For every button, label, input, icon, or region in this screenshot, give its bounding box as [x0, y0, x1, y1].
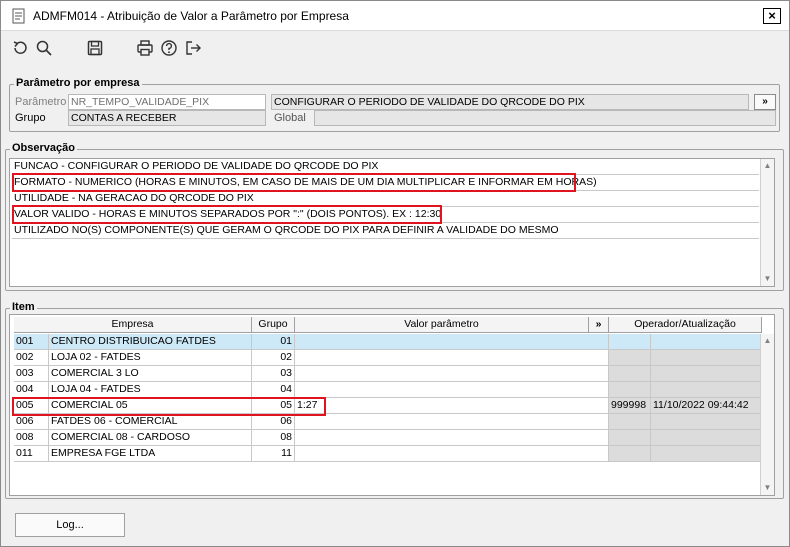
document-icon: [12, 8, 25, 23]
row-empresa[interactable]: COMERCIAL 05: [49, 398, 252, 414]
row-empresa[interactable]: COMERCIAL 3 LO: [49, 366, 252, 382]
title-bar: ADMFM014 - Atribuição de Valor a Parâmet…: [1, 1, 789, 31]
obs-textarea[interactable]: FUNCAO - CONFIGURAR O PERIODO DE VALIDAD…: [9, 158, 775, 287]
row-valor[interactable]: [295, 382, 609, 398]
param-code-field[interactable]: NR_TEMPO_VALIDADE_PIX: [68, 94, 266, 110]
group-label: Grupo: [15, 112, 46, 124]
row-grupo[interactable]: 11: [252, 446, 295, 462]
scroll-down-icon[interactable]: ▼: [762, 482, 773, 494]
header-more-button[interactable]: »: [589, 317, 609, 333]
scroll-up-icon[interactable]: ▲: [762, 160, 773, 172]
row-valor[interactable]: [295, 430, 609, 446]
obs-line: UTILIDADE - NA GERACAO DO QRCODE DO PIX: [12, 191, 759, 207]
row-valor[interactable]: [295, 366, 609, 382]
param-label: Parâmetro: [15, 96, 67, 108]
row-empresa[interactable]: LOJA 02 - FATDES: [49, 350, 252, 366]
row-code[interactable]: 008: [14, 430, 49, 446]
row-grupo[interactable]: 08: [252, 430, 295, 446]
toolbar: [1, 34, 789, 62]
scroll-down-icon[interactable]: ▼: [762, 273, 773, 285]
obs-line: UTILIZADO NO(S) COMPONENTE(S) QUE GERAM …: [12, 223, 759, 239]
row-empresa[interactable]: COMERCIAL 08 - CARDOSO: [49, 430, 252, 446]
header-empresa[interactable]: Empresa: [14, 317, 252, 333]
row-atualizacao: [651, 334, 762, 350]
param-desc-field: CONFIGURAR O PERIODO DE VALIDADE DO QRCO…: [271, 94, 749, 110]
param-group-title: Parâmetro por empresa: [14, 77, 142, 89]
main-window: ADMFM014 - Atribuição de Valor a Parâmet…: [0, 0, 790, 547]
exit-icon[interactable]: [183, 38, 203, 58]
row-empresa[interactable]: CENTRO DISTRIBUICAO FATDES: [49, 334, 252, 350]
row-operador: [609, 366, 651, 382]
row-grupo[interactable]: 02: [252, 350, 295, 366]
row-valor[interactable]: [295, 446, 609, 462]
help-icon[interactable]: [159, 38, 179, 58]
row-atualizacao: 11/10/2022 09:44:42: [651, 398, 762, 414]
row-operador: 999998: [609, 398, 651, 414]
item-grid: Empresa Grupo Valor parâmetro » Operador…: [9, 314, 775, 496]
row-operador: [609, 414, 651, 430]
global-label: Global: [274, 112, 306, 124]
row-empresa[interactable]: LOJA 04 - FATDES: [49, 382, 252, 398]
undo-icon[interactable]: [10, 38, 30, 58]
print-icon[interactable]: [135, 38, 155, 58]
row-grupo[interactable]: 05: [252, 398, 295, 414]
obs-group-title: Observação: [10, 142, 77, 154]
group-field: CONTAS A RECEBER: [68, 110, 266, 126]
row-operador: [609, 446, 651, 462]
row-code[interactable]: 001: [14, 334, 49, 350]
row-operador: [609, 350, 651, 366]
save-icon[interactable]: [85, 38, 105, 58]
log-button[interactable]: Log...: [15, 513, 125, 537]
row-code[interactable]: 005: [14, 398, 49, 414]
scroll-up-icon[interactable]: ▲: [762, 335, 773, 347]
row-empresa[interactable]: FATDES 06 - COMERCIAL: [49, 414, 252, 430]
row-atualizacao: [651, 382, 762, 398]
row-valor[interactable]: [295, 414, 609, 430]
row-operador: [609, 430, 651, 446]
obs-line: FUNCAO - CONFIGURAR O PERIODO DE VALIDAD…: [12, 159, 759, 175]
item-group-title: Item: [10, 301, 37, 313]
header-grupo[interactable]: Grupo: [252, 317, 295, 333]
row-code[interactable]: 011: [14, 446, 49, 462]
row-valor[interactable]: 1:27: [295, 398, 609, 414]
obs-line: VALOR VALIDO - HORAS E MINUTOS SEPARADOS…: [12, 207, 759, 223]
row-empresa[interactable]: EMPRESA FGE LTDA: [49, 446, 252, 462]
row-atualizacao: [651, 446, 762, 462]
row-operador: [609, 382, 651, 398]
global-field: [314, 110, 776, 126]
row-grupo[interactable]: 04: [252, 382, 295, 398]
row-grupo[interactable]: 03: [252, 366, 295, 382]
row-code[interactable]: 004: [14, 382, 49, 398]
close-button[interactable]: ×: [763, 8, 781, 24]
header-valor[interactable]: Valor parâmetro: [295, 317, 589, 333]
row-grupo[interactable]: 01: [252, 334, 295, 350]
search-icon[interactable]: [34, 38, 54, 58]
row-operador: [609, 334, 651, 350]
header-operador[interactable]: Operador/Atualização: [609, 317, 762, 333]
row-valor[interactable]: [295, 350, 609, 366]
row-atualizacao: [651, 350, 762, 366]
row-grupo[interactable]: 06: [252, 414, 295, 430]
row-atualizacao: [651, 430, 762, 446]
obs-line: FORMATO - NUMERICO (HORAS E MINUTOS, EM …: [12, 175, 759, 191]
grid-scrollbar[interactable]: ▲ ▼: [760, 334, 774, 495]
row-atualizacao: [651, 366, 762, 382]
row-valor[interactable]: [295, 334, 609, 350]
window-title: ADMFM014 - Atribuição de Valor a Parâmet…: [33, 8, 349, 23]
row-code[interactable]: 006: [14, 414, 49, 430]
param-more-button[interactable]: »: [754, 94, 776, 110]
row-atualizacao: [651, 414, 762, 430]
row-code[interactable]: 003: [14, 366, 49, 382]
obs-scrollbar[interactable]: ▲ ▼: [760, 159, 774, 286]
row-code[interactable]: 002: [14, 350, 49, 366]
